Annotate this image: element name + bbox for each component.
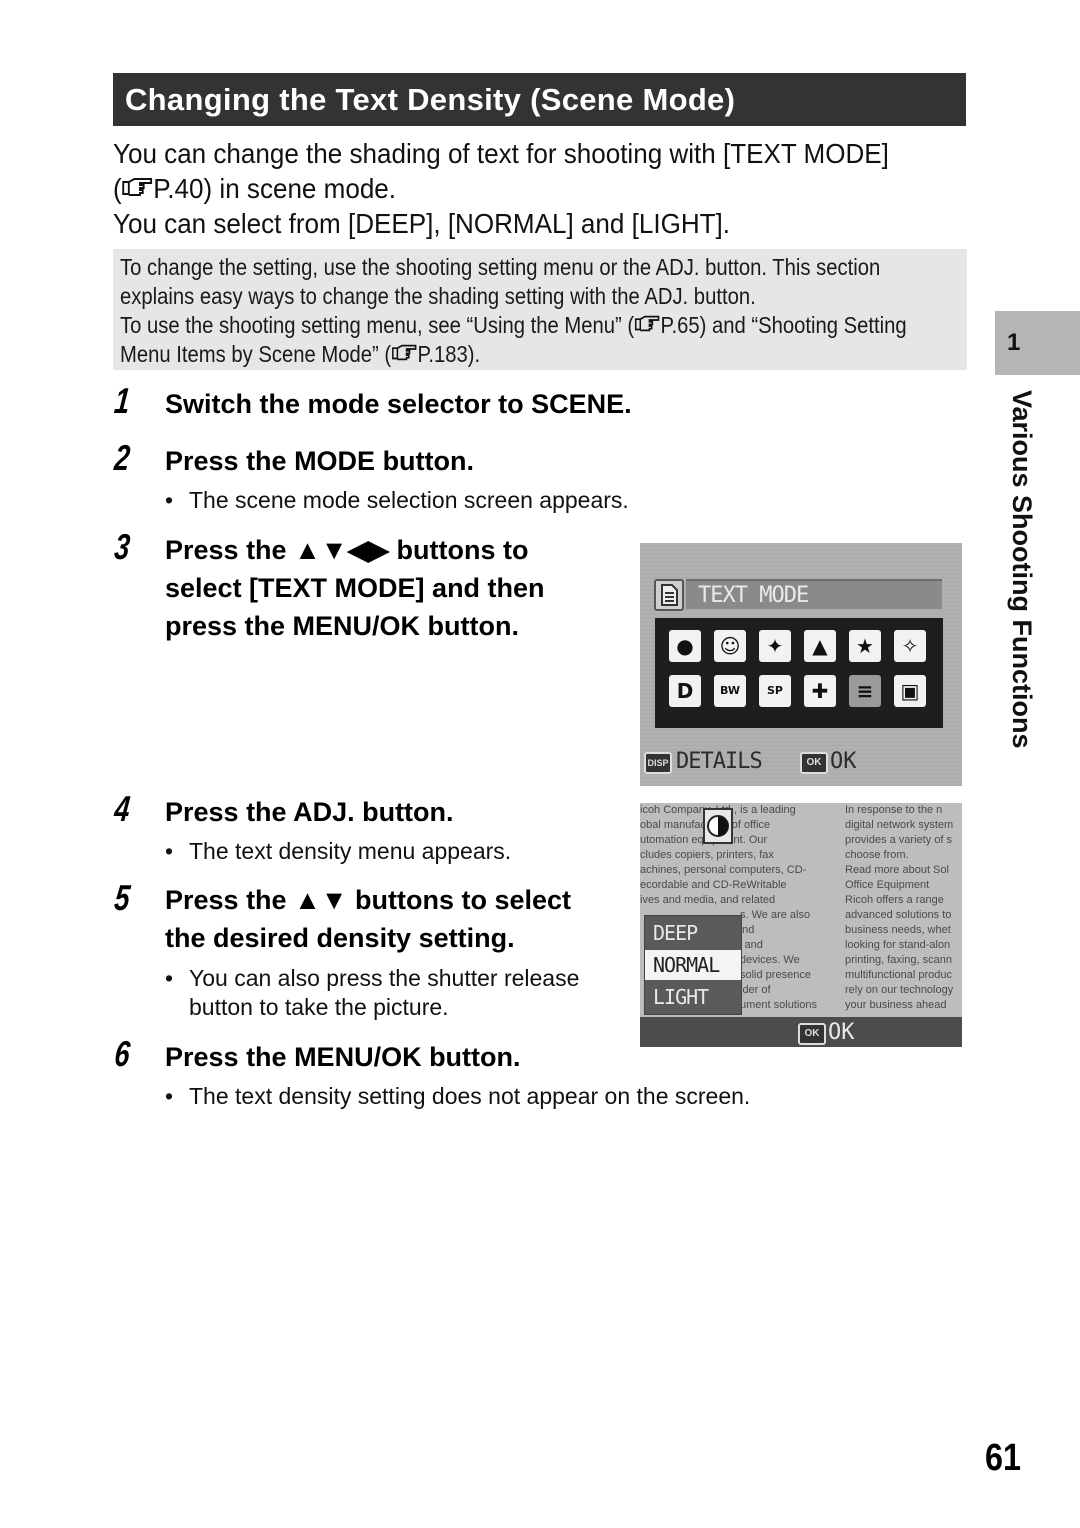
text-mode-icon	[654, 579, 684, 611]
ok-key-icon: OK	[798, 1023, 826, 1045]
page-reference[interactable]: P.183	[418, 341, 468, 367]
document-line: Read more about Sol	[845, 864, 949, 876]
step-number-3: 3	[112, 526, 133, 567]
page-reference[interactable]: P.40	[153, 173, 203, 204]
mode-title-bar: TEXT MODE	[686, 579, 942, 609]
document-preview-right: In response to the n digital network syst…	[845, 803, 962, 1013]
document-line: provides a variety of s	[845, 834, 952, 846]
landscape-icon[interactable]: ▲	[804, 630, 836, 662]
document-line: Ricoh offers a range	[845, 894, 944, 906]
scene-mode-selection-screenshot: TEXT MODE ● ☺ ✦ ▲ ★ ✧ D BW SP ✚ ≡ ▣ DISP DETAILS OK…	[640, 543, 962, 786]
chapter-title: Various Shooting Functions	[1007, 390, 1037, 749]
details-label: DETAILS	[676, 749, 763, 774]
document-line: multifunctional produc	[845, 969, 953, 981]
sports-icon[interactable]: ✦	[759, 630, 791, 662]
pointing-hand-reference-icon	[634, 311, 660, 340]
skew-correction-sepia-icon[interactable]: SP	[759, 675, 791, 707]
note-line-3: To use the shooting setting menu, see “U…	[120, 311, 907, 340]
step-5-title: Press the ▲▼ buttons to select the desir…	[165, 885, 572, 953]
document-line: business needs, whet	[845, 924, 951, 936]
document-line: looking for stand-alon	[845, 939, 951, 951]
portrait-icon[interactable]: ●	[669, 630, 701, 662]
page-number: 61	[985, 1437, 1021, 1479]
ok-label: OK	[828, 1020, 855, 1045]
intro-line-1: You can change the shading of text for s…	[113, 138, 889, 169]
face-icon[interactable]: ☺	[714, 630, 746, 662]
step-2-title: Press the MODE button.	[165, 446, 475, 476]
density-option-deep[interactable]: DEEP	[645, 918, 741, 948]
density-option-normal[interactable]: NORMAL	[645, 950, 741, 980]
document-line: obal manufacturer of office	[640, 819, 771, 831]
screen2-footer: OK OK	[640, 1017, 962, 1047]
step-number-6: 6	[112, 1033, 133, 1074]
document-line: printing, faxing, scann	[845, 954, 953, 966]
skew-correction-bw-icon[interactable]: BW	[714, 675, 746, 707]
document-line: Office Equipment	[845, 879, 930, 891]
note-text: To change the setting, use the shooting …	[120, 253, 912, 369]
note-line-2: explains easy ways to change the shading…	[120, 283, 756, 309]
document-line: icoh Company, Ltd., is a leading	[640, 804, 796, 816]
density-icon	[703, 808, 733, 844]
document-line: rely on our technology	[845, 984, 954, 996]
density-menu: DEEP NORMAL LIGHT	[644, 915, 742, 1015]
scene-icon-grid: ● ☺ ✦ ▲ ★ ✧ D BW SP ✚ ≡ ▣	[655, 618, 943, 728]
step-number-2: 2	[112, 437, 133, 478]
document-line: ecordable and CD-ReWritable	[640, 879, 787, 891]
movie-icon[interactable]: ▣	[894, 675, 926, 707]
step-number-5: 5	[112, 877, 133, 918]
zoom-macro-icon[interactable]: D	[669, 675, 701, 707]
note-line-1: To change the setting, use the shooting …	[120, 254, 881, 280]
step-number-4: 4	[112, 788, 133, 829]
document-line: digital network system	[845, 819, 954, 831]
disp-key-icon: DISP	[644, 752, 672, 774]
text-mode-icon[interactable]: ≡	[849, 675, 881, 707]
step-4-title: Press the ADJ. button.	[165, 797, 454, 827]
intro-line-3: You can select from [DEEP], [NORMAL] and…	[113, 208, 731, 239]
pointing-hand-reference-icon	[122, 171, 154, 206]
intro-paragraph: You can change the shading of text for s…	[113, 136, 913, 241]
ok-label: OK	[830, 749, 857, 774]
step-6-title: Press the MENU/OK button.	[165, 1042, 521, 1072]
density-option-light[interactable]: LIGHT	[645, 982, 741, 1012]
step-2-bullet: • The scene mode selection screen appears…	[165, 487, 629, 513]
document-line: your business ahead	[845, 999, 947, 1011]
text-density-menu-screenshot: icoh Company, Ltd., is a leading obal man…	[640, 803, 962, 1047]
high-sensitivity-icon[interactable]: ✧	[894, 630, 926, 662]
pointing-hand-reference-icon	[391, 340, 417, 369]
section-title: Changing the Text Density (Scene Mode)	[125, 82, 736, 117]
chapter-number: 1	[1007, 329, 1021, 356]
chapter-tab[interactable]: 1	[995, 311, 1080, 375]
step-1-title: Switch the mode selector to SCENE.	[165, 389, 632, 419]
document-line: ives and media, and related	[640, 894, 776, 906]
document-line: utomation equipment. Our	[640, 834, 768, 846]
step-number-1: 1	[112, 380, 133, 421]
fireworks-icon[interactable]: ✚	[804, 675, 836, 707]
page-reference[interactable]: P.65	[661, 312, 700, 338]
document-line: advanced solutions to	[845, 909, 952, 921]
step-3-title: Press the ▲▼◀▶ buttons to select [TEXT M…	[165, 535, 545, 641]
document-line: achines, personal computers, CD-	[640, 864, 807, 876]
document-line: choose from.	[845, 849, 909, 861]
note-line-4: Menu Items by Scene Mode” (P.183).	[120, 340, 481, 369]
document-line: cludes copiers, printers, fax	[640, 849, 774, 861]
section-header: Changing the Text Density (Scene Mode)	[113, 73, 966, 126]
nightscape-icon[interactable]: ★	[849, 630, 881, 662]
ok-key-icon: OK	[800, 752, 828, 774]
intro-line-2: (P.40) in scene mode.	[113, 171, 397, 206]
step-6-bullet: • The text density setting does not appea…	[165, 1083, 751, 1109]
step-4-bullet: • The text density menu appears.	[165, 838, 512, 864]
document-line: In response to the n	[845, 804, 943, 816]
step-5-bullet: • You can also press the shutter release …	[165, 965, 580, 1020]
